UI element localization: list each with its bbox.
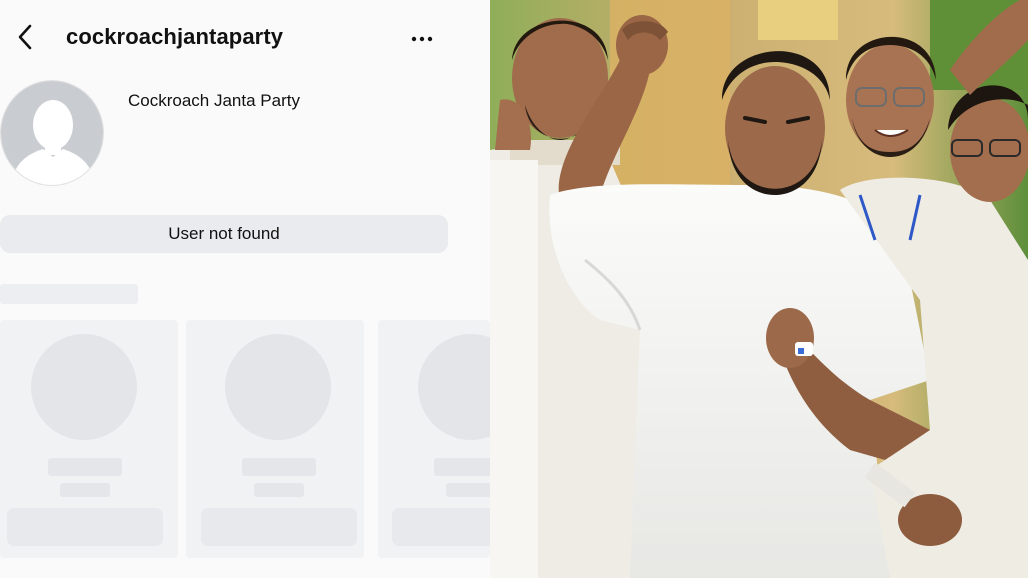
placeholder-follow-button bbox=[201, 508, 357, 546]
placeholder-subtitle bbox=[446, 483, 490, 497]
instagram-profile-panel: cockroachjantaparty Cockroach Janta Part… bbox=[0, 0, 490, 578]
suggestions-title-placeholder bbox=[0, 284, 138, 304]
chevron-left-icon bbox=[16, 23, 34, 56]
status-message: User not found bbox=[168, 224, 280, 243]
profile-username: cockroachjantaparty bbox=[66, 24, 284, 49]
profile-full-name: Cockroach Janta Party bbox=[128, 91, 300, 110]
placeholder-subtitle bbox=[60, 483, 110, 497]
user-not-found-banner: User not found bbox=[0, 215, 448, 253]
suggestion-card-placeholder bbox=[186, 320, 364, 558]
placeholder-name bbox=[434, 458, 490, 476]
placeholder-follow-button bbox=[392, 508, 490, 546]
composite-frame: cockroachjantaparty Cockroach Janta Part… bbox=[0, 0, 1028, 578]
news-photo bbox=[490, 0, 1028, 578]
crowd-photo-illustration bbox=[490, 0, 1028, 578]
placeholder-avatar bbox=[418, 334, 490, 440]
avatar[interactable] bbox=[0, 80, 104, 186]
profile-header: cockroachjantaparty bbox=[0, 0, 490, 78]
more-horizontal-icon bbox=[410, 30, 434, 48]
placeholder-avatar bbox=[31, 334, 137, 440]
placeholder-follow-button bbox=[7, 508, 163, 546]
placeholder-avatar bbox=[225, 334, 331, 440]
placeholder-subtitle bbox=[254, 483, 304, 497]
back-button[interactable] bbox=[12, 24, 38, 54]
placeholder-name bbox=[48, 458, 122, 476]
suggestion-card-placeholder bbox=[0, 320, 178, 558]
more-options-button[interactable] bbox=[406, 26, 438, 52]
placeholder-name bbox=[242, 458, 316, 476]
suggestion-card-placeholder bbox=[378, 320, 490, 558]
default-avatar-icon bbox=[1, 81, 103, 185]
